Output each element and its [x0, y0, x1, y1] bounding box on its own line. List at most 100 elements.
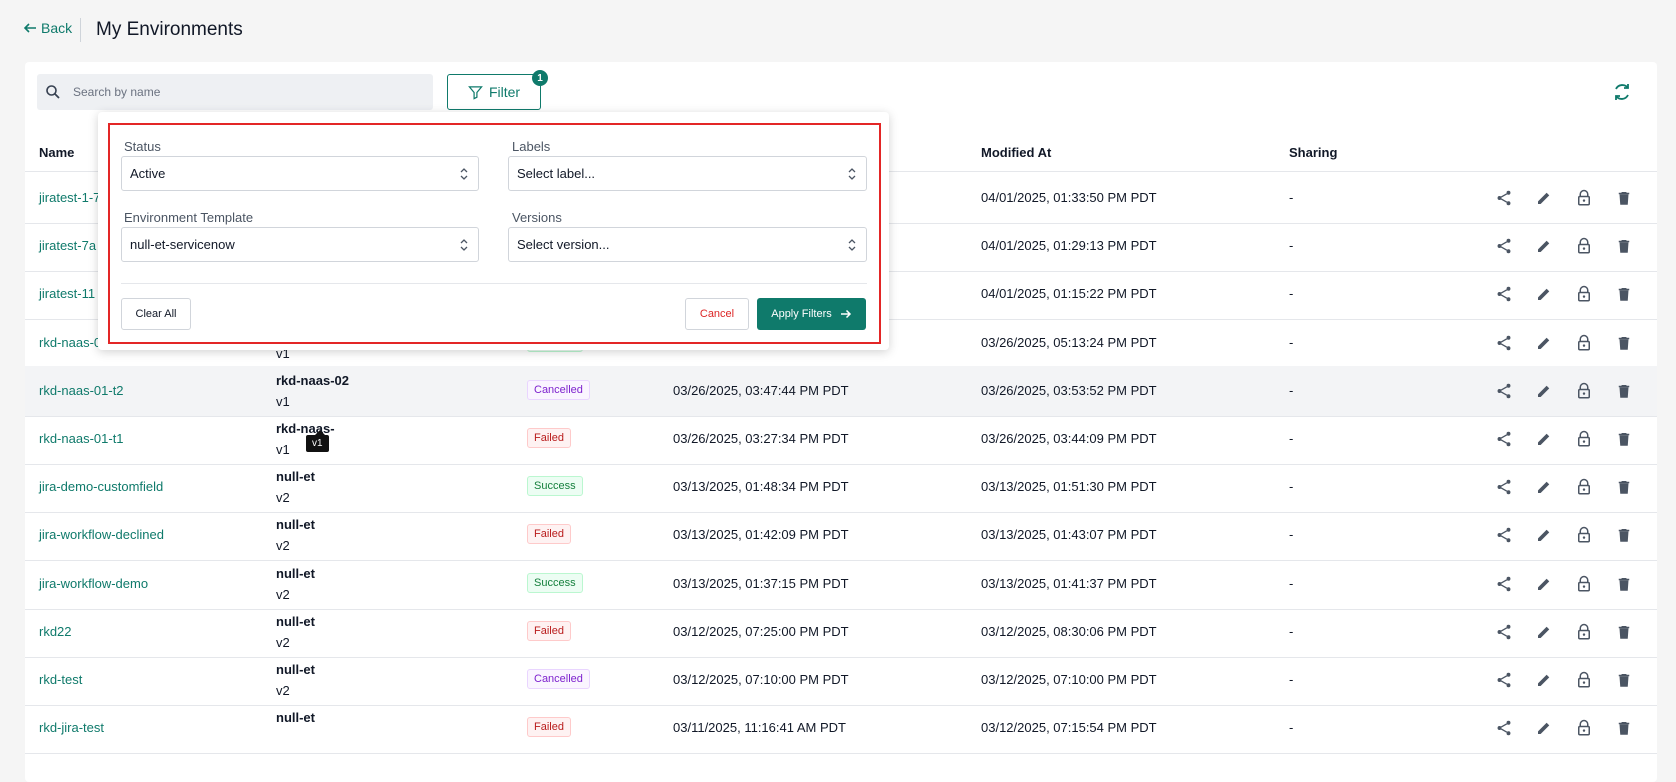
- env-name-link[interactable]: rkd-naas-01-t2: [39, 383, 124, 398]
- template-version: v2: [276, 538, 290, 554]
- status-select[interactable]: Active: [121, 156, 479, 191]
- lock-icon[interactable]: [1575, 285, 1593, 303]
- lock-icon[interactable]: [1575, 334, 1593, 352]
- env-name-link[interactable]: rkd-test: [39, 672, 82, 687]
- table-row[interactable]: rkd-jira-test null-et Failed 03/11/2025, 11…: [25, 703, 1657, 755]
- versions-select[interactable]: Select version...: [508, 227, 867, 262]
- env-name-link[interactable]: jiratest-1-7: [39, 190, 100, 205]
- template-name: null-et: [276, 565, 315, 581]
- share-icon[interactable]: [1495, 285, 1513, 303]
- lock-icon[interactable]: [1575, 237, 1593, 255]
- modified-at: 04/01/2025, 01:15:22 PM PDT: [981, 286, 1157, 302]
- edit-icon[interactable]: [1535, 334, 1553, 352]
- table-row[interactable]: rkd-naas-01-t1 rkd-naas-v1 Failed 03/26/202…: [25, 414, 1657, 465]
- version-tooltip: v1: [306, 430, 329, 452]
- sharing-value: -: [1289, 575, 1294, 591]
- env-name-link[interactable]: rkd-jira-test: [39, 720, 104, 735]
- env-name-link[interactable]: jira-workflow-declined: [39, 527, 164, 542]
- table-row[interactable]: rkd-test null-et v2 Cancelled 03/12/2025, 07…: [25, 655, 1657, 706]
- table-row[interactable]: jira-demo-customfield null-et v2 Success 03/…: [25, 462, 1657, 514]
- status-badge: Failed: [527, 428, 571, 448]
- share-icon[interactable]: [1495, 671, 1513, 689]
- table-row[interactable]: jira-workflow-demo null-et v2 Success 03/13/…: [25, 559, 1657, 610]
- lock-icon[interactable]: [1575, 719, 1593, 737]
- search-input[interactable]: [73, 85, 413, 99]
- delete-icon[interactable]: [1615, 526, 1633, 544]
- edit-icon[interactable]: [1535, 719, 1553, 737]
- delete-icon[interactable]: [1615, 671, 1633, 689]
- search-box[interactable]: [37, 74, 433, 110]
- divider: [80, 18, 81, 42]
- env-name-link[interactable]: rkd22: [39, 624, 72, 639]
- created-at: 03/13/2025, 01:37:15 PM PDT: [673, 575, 849, 591]
- delete-icon[interactable]: [1615, 237, 1633, 255]
- share-icon[interactable]: [1495, 382, 1513, 400]
- edit-icon[interactable]: [1535, 575, 1553, 593]
- edit-icon[interactable]: [1535, 623, 1553, 641]
- sharing-value: -: [1289, 382, 1294, 398]
- edit-icon[interactable]: [1535, 189, 1553, 207]
- edit-icon[interactable]: [1535, 430, 1553, 448]
- share-icon[interactable]: [1495, 189, 1513, 207]
- share-icon[interactable]: [1495, 237, 1513, 255]
- lock-icon[interactable]: [1575, 189, 1593, 207]
- edit-icon[interactable]: [1535, 285, 1553, 303]
- delete-icon[interactable]: [1615, 575, 1633, 593]
- lock-icon[interactable]: [1575, 382, 1593, 400]
- apply-filters-button[interactable]: Apply Filters: [757, 298, 866, 330]
- chevron-updown-icon: [848, 168, 856, 180]
- edit-icon[interactable]: [1535, 478, 1553, 496]
- lock-icon[interactable]: [1575, 575, 1593, 593]
- edit-icon[interactable]: [1535, 382, 1553, 400]
- share-icon[interactable]: [1495, 719, 1513, 737]
- share-icon[interactable]: [1495, 430, 1513, 448]
- env-name-link[interactable]: jiratest-7a: [39, 238, 96, 253]
- delete-icon[interactable]: [1615, 623, 1633, 641]
- refresh-icon[interactable]: [1612, 82, 1632, 102]
- modified-at: 04/01/2025, 01:29:13 PM PDT: [981, 238, 1157, 254]
- table-row[interactable]: rkd-naas-01-t2 rkd-naas-02 v1 Cancelled 03/2…: [25, 365, 1657, 417]
- env-name-link[interactable]: jira-demo-customfield: [39, 479, 163, 494]
- share-icon[interactable]: [1495, 478, 1513, 496]
- template-label: Environment Template: [124, 210, 254, 225]
- labels-select[interactable]: Select label...: [508, 156, 867, 191]
- created-at: 03/26/2025, 03:47:44 PM PDT: [673, 382, 849, 398]
- lock-icon[interactable]: [1575, 478, 1593, 496]
- edit-icon[interactable]: [1535, 237, 1553, 255]
- delete-icon[interactable]: [1615, 478, 1633, 496]
- versions-label: Versions: [512, 210, 562, 225]
- edit-icon[interactable]: [1535, 526, 1553, 544]
- versions-placeholder: Select version...: [517, 237, 610, 252]
- status-badge: Failed: [527, 717, 571, 738]
- delete-icon[interactable]: [1615, 430, 1633, 448]
- sharing-value: -: [1289, 672, 1294, 687]
- share-icon[interactable]: [1495, 623, 1513, 641]
- env-name-link[interactable]: jira-workflow-demo: [39, 576, 148, 591]
- share-icon[interactable]: [1495, 526, 1513, 544]
- filter-button[interactable]: Filter: [447, 74, 541, 110]
- created-at: 03/13/2025, 01:48:34 PM PDT: [673, 479, 849, 495]
- cancel-button[interactable]: Cancel: [685, 298, 749, 330]
- delete-icon[interactable]: [1615, 285, 1633, 303]
- env-name-link[interactable]: rkd-naas-01-t1: [39, 431, 124, 446]
- row-actions: [1495, 382, 1633, 400]
- template-name: null-et: [276, 517, 315, 533]
- delete-icon[interactable]: [1615, 719, 1633, 737]
- table-row[interactable]: jira-workflow-declined null-et v2 Failed 03/…: [25, 510, 1657, 562]
- clear-all-button[interactable]: Clear All: [121, 298, 191, 330]
- row-actions: [1495, 189, 1633, 207]
- lock-icon[interactable]: [1575, 671, 1593, 689]
- back-button[interactable]: Back: [22, 20, 72, 36]
- delete-icon[interactable]: [1615, 334, 1633, 352]
- delete-icon[interactable]: [1615, 382, 1633, 400]
- delete-icon[interactable]: [1615, 189, 1633, 207]
- lock-icon[interactable]: [1575, 526, 1593, 544]
- template-select[interactable]: null-et-servicenow: [121, 227, 479, 262]
- share-icon[interactable]: [1495, 575, 1513, 593]
- share-icon[interactable]: [1495, 334, 1513, 352]
- table-row[interactable]: rkd22 null-et v2 Failed 03/12/2025, 07:25:00…: [25, 607, 1657, 658]
- lock-icon[interactable]: [1575, 623, 1593, 641]
- env-name-link[interactable]: jiratest-11: [39, 286, 95, 301]
- edit-icon[interactable]: [1535, 671, 1553, 689]
- lock-icon[interactable]: [1575, 430, 1593, 448]
